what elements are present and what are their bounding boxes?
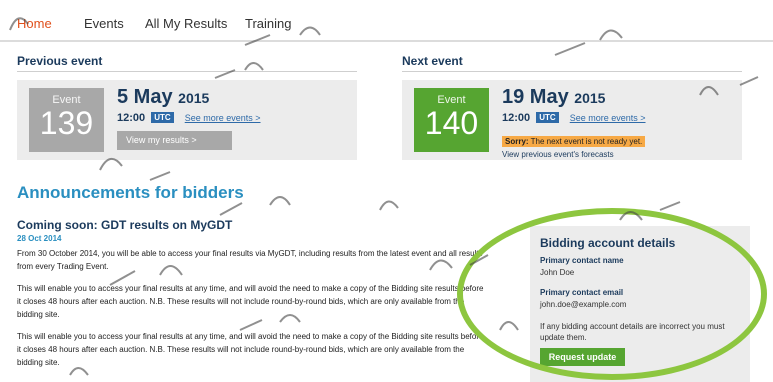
watermark-overlay [9,17,759,376]
